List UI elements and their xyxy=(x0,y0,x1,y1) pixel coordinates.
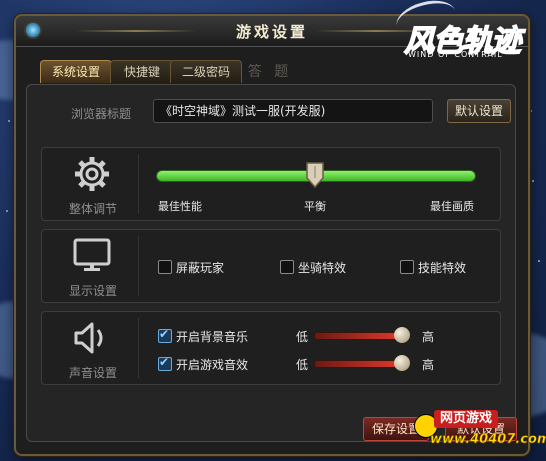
sfx-volume-track[interactable] xyxy=(314,360,406,368)
tab-secondary-password[interactable]: 二级密码 xyxy=(170,60,242,83)
browser-title-label: 浏览器标题 xyxy=(71,107,132,121)
sfx-label: 开启游戏音效 xyxy=(176,358,249,372)
display-section: 显示设置 屏蔽玩家 坐骑特效 技能特效 xyxy=(41,229,501,303)
bgm-volume-track[interactable] xyxy=(314,332,406,340)
game-logo: 风色轨迹 WIND OF CONTRAIL xyxy=(392,0,526,72)
overall-mark-performance: 最佳性能 xyxy=(158,200,202,213)
sfx-volume-knob[interactable] xyxy=(394,355,410,371)
bgm-checkbox[interactable] xyxy=(158,327,172,343)
watermark-url: www.40407.com xyxy=(430,432,546,448)
tab-system[interactable]: 系统设置 xyxy=(40,60,112,83)
display-label: 显示设置 xyxy=(68,284,117,298)
monitor-icon xyxy=(73,238,111,271)
sound-section: 声音设置 开启背景音乐 低 高 开启游戏音效 低 高 xyxy=(41,311,501,385)
overall-slider-thumb[interactable] xyxy=(306,162,324,188)
sfx-high-label: 高 xyxy=(422,358,435,372)
speaker-icon xyxy=(74,322,103,354)
skill-effects-label: 技能特效 xyxy=(418,261,467,275)
tab-hotkeys[interactable]: 快捷键 xyxy=(110,60,174,83)
divider xyxy=(138,318,139,378)
gear-icon xyxy=(75,157,109,191)
tab-quiz: 答 题 xyxy=(247,64,293,80)
sfx-checkbox[interactable] xyxy=(158,355,172,371)
mount-effects-checkbox[interactable] xyxy=(280,260,294,274)
divider xyxy=(138,236,139,296)
browser-title-row: 浏览器标题 《时空神域》测试一服(开发服) 默认设置 xyxy=(27,97,515,127)
settings-window: 游戏设置 系统设置 快捷键 二级密码 答 题 浏览器标题 《时空神域》测试一服(… xyxy=(14,14,530,456)
overall-section: 整体调节 最佳性能 平衡 最佳画质 xyxy=(41,147,501,221)
bgm-label: 开启背景音乐 xyxy=(176,330,249,344)
overall-mark-quality: 最佳画质 xyxy=(430,200,474,213)
browser-title-input[interactable]: 《时空神域》测试一服(开发服) xyxy=(153,99,433,123)
settings-panel: 浏览器标题 《时空神域》测试一服(开发服) 默认设置 整体调节 最佳性能 平衡 … xyxy=(26,84,517,442)
logo-subtitle: WIND OF CONTRAIL xyxy=(408,50,503,59)
sound-label: 声音设置 xyxy=(68,366,117,380)
bgm-high-label: 高 xyxy=(422,330,435,344)
skill-effects-checkbox[interactable] xyxy=(400,260,414,274)
overall-mark-balanced: 平衡 xyxy=(304,200,326,213)
sfx-low-label: 低 xyxy=(296,358,309,372)
bgm-low-label: 低 xyxy=(296,330,309,344)
watermark-top: 网页游戏 xyxy=(434,410,499,428)
overall-label: 整体调节 xyxy=(68,202,117,216)
mount-effects-label: 坐骑特效 xyxy=(298,261,347,275)
site-watermark: 网页游戏 www.40407.com xyxy=(412,400,546,458)
browser-default-button[interactable]: 默认设置 xyxy=(447,99,511,123)
hide-players-checkbox[interactable] xyxy=(158,260,172,274)
divider xyxy=(138,154,139,214)
hide-players-label: 屏蔽玩家 xyxy=(176,261,225,275)
bgm-volume-knob[interactable] xyxy=(394,327,410,343)
